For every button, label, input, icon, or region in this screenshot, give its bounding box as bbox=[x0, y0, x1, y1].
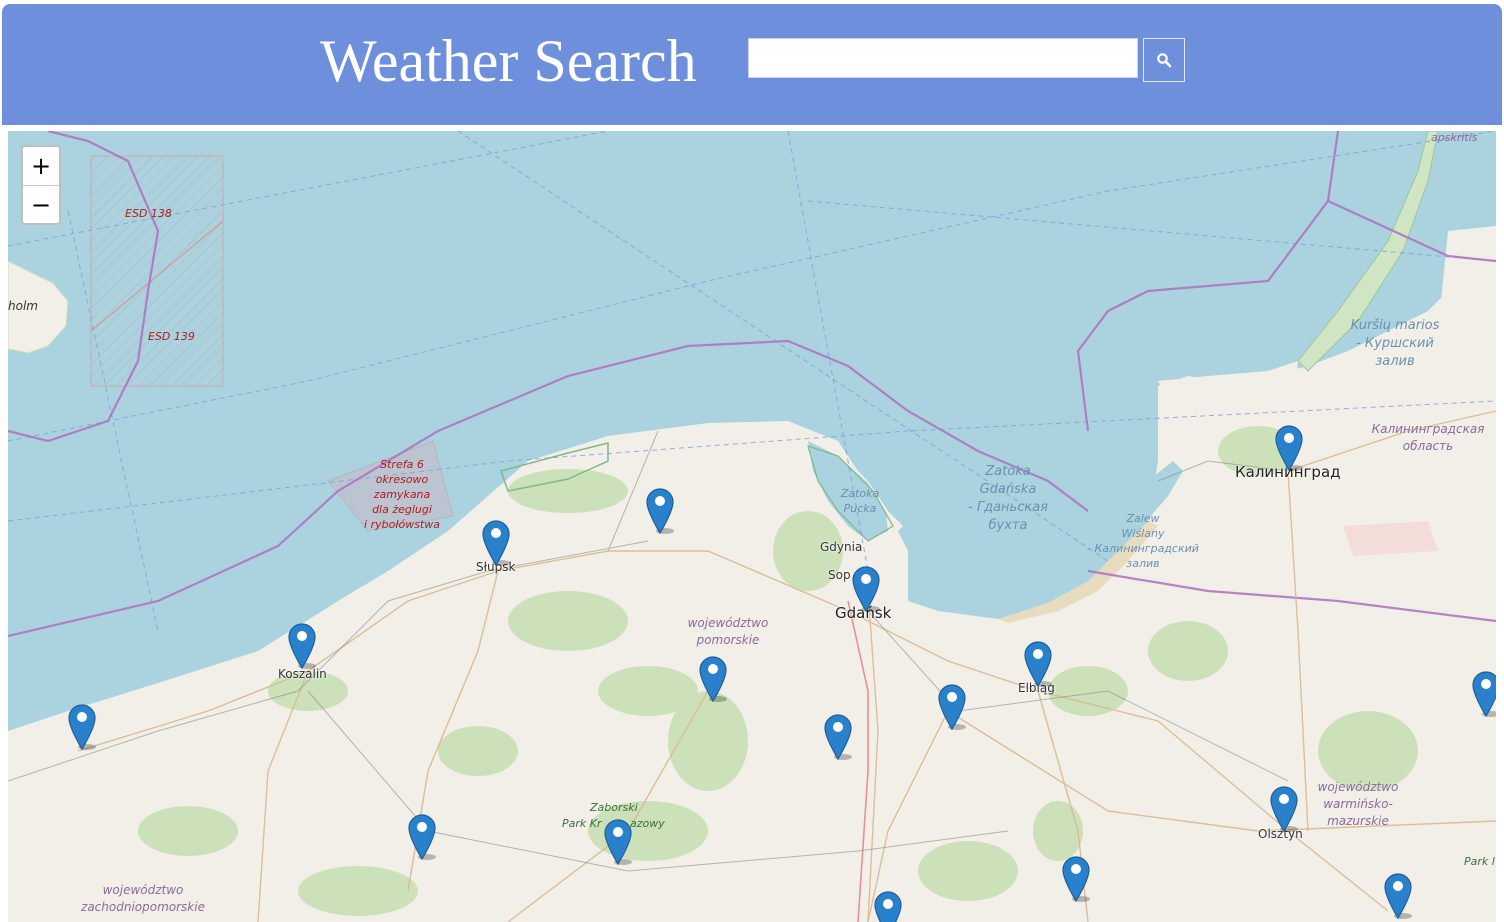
label-sopot: Sop bbox=[828, 568, 851, 582]
label-line: залив bbox=[1126, 557, 1160, 570]
label-zatoka-pucka: Zatoka Pucka bbox=[830, 486, 890, 516]
label-warminsko: województwo warmińsko- mazurskie bbox=[1308, 779, 1408, 830]
label-apskritis: apskritis bbox=[1431, 131, 1478, 144]
app-window: Weather Search holm ESD 138 ESD 139 Stre… bbox=[2, 4, 1502, 922]
map-marker[interactable] bbox=[406, 812, 438, 861]
label-line: mazurskie bbox=[1327, 814, 1389, 828]
header-bar: Weather Search bbox=[2, 4, 1502, 125]
label-line: pomorskie bbox=[696, 633, 760, 647]
label-azowy: azowy bbox=[630, 817, 665, 830]
map-view[interactable]: holm ESD 138 ESD 139 Strefa 6 okresowo z… bbox=[8, 131, 1496, 922]
map-marker[interactable] bbox=[1382, 871, 1414, 920]
label-line: область bbox=[1402, 439, 1454, 453]
label-strefa-line: Strefa 6 bbox=[380, 458, 424, 471]
zoom-control: + − bbox=[21, 145, 61, 225]
label-line: Zatoka bbox=[840, 487, 880, 500]
map-marker[interactable] bbox=[1022, 639, 1054, 688]
label-line: - Калининградский bbox=[1087, 542, 1199, 555]
zoom-out-button[interactable]: − bbox=[23, 186, 59, 223]
label-strefa-6: Strefa 6 okresowo zamykana dla żeglugi i… bbox=[360, 457, 444, 532]
label-zaborski: Zaborski bbox=[590, 801, 638, 814]
label-zatoka-gdanska: Zatoka Gdańska - Гданьская бухта bbox=[958, 463, 1058, 535]
label-line: województwo bbox=[1317, 780, 1399, 794]
map-marker[interactable] bbox=[850, 564, 882, 613]
label-strefa-line: zamykana bbox=[373, 488, 431, 501]
label-line: Pucka bbox=[843, 502, 877, 515]
map-marker[interactable] bbox=[286, 621, 318, 670]
label-line: zachodniopomorskie bbox=[81, 900, 205, 914]
search-input[interactable] bbox=[748, 38, 1138, 78]
label-park-kr: Park Kr bbox=[562, 817, 602, 830]
label-gdynia: Gdynia bbox=[820, 540, 863, 554]
label-strefa-line: i rybołówstwa bbox=[364, 518, 440, 531]
label-pomorskie: województwo pomorskie bbox=[678, 615, 778, 649]
map-marker[interactable] bbox=[697, 654, 729, 703]
label-line: бухта bbox=[988, 518, 1028, 533]
label-line: залив bbox=[1375, 354, 1415, 369]
label-line: Калининградская bbox=[1371, 422, 1485, 436]
label-line: warmińsko- bbox=[1323, 797, 1393, 811]
label-zalew: Zalew Wiślany - Калининградский залив bbox=[1083, 511, 1203, 571]
label-line: województwo bbox=[687, 616, 769, 630]
label-line: Wiślany bbox=[1121, 527, 1165, 540]
label-line: Zatoka bbox=[985, 464, 1031, 479]
page-title: Weather Search bbox=[320, 28, 697, 94]
label-holm: holm bbox=[8, 299, 38, 313]
map-marker[interactable] bbox=[66, 702, 98, 751]
label-strefa-line: okresowo bbox=[375, 473, 429, 486]
map-marker[interactable] bbox=[822, 712, 854, 761]
map-marker[interactable] bbox=[936, 682, 968, 731]
label-strefa-line: dla żeglugi bbox=[372, 503, 432, 516]
search-icon bbox=[1157, 53, 1172, 68]
map-marker[interactable] bbox=[1268, 784, 1300, 833]
label-line: województwo bbox=[102, 883, 184, 897]
zoom-in-button[interactable]: + bbox=[23, 147, 59, 186]
map-marker[interactable] bbox=[602, 817, 634, 866]
map-marker[interactable] bbox=[1273, 423, 1305, 472]
label-zachodniopomorskie: województwo zachodniopomorskie bbox=[68, 882, 218, 916]
label-line: Kuršių marios bbox=[1350, 318, 1440, 333]
label-line: - Гданьская bbox=[968, 500, 1048, 515]
label-line: Zalew bbox=[1126, 512, 1160, 525]
map-marker[interactable] bbox=[480, 518, 512, 567]
search-button[interactable] bbox=[1143, 38, 1185, 82]
map-marker[interactable] bbox=[872, 889, 904, 922]
label-kaliningrad-oblast: Калининградская область bbox=[1368, 421, 1488, 455]
label-line: Gdańska bbox=[979, 482, 1037, 497]
label-park-l: Park l bbox=[1464, 855, 1495, 868]
label-esd138: ESD 138 bbox=[125, 207, 172, 220]
label-koszalin: Koszalin bbox=[278, 667, 327, 681]
label-line: - Куршский bbox=[1356, 336, 1434, 351]
map-marker[interactable] bbox=[1060, 854, 1092, 903]
label-kursiu: Kuršių marios - Куршский залив bbox=[1340, 317, 1450, 371]
map-marker[interactable] bbox=[1470, 669, 1496, 718]
label-esd139: ESD 139 bbox=[148, 330, 195, 343]
map-marker[interactable] bbox=[644, 486, 676, 535]
